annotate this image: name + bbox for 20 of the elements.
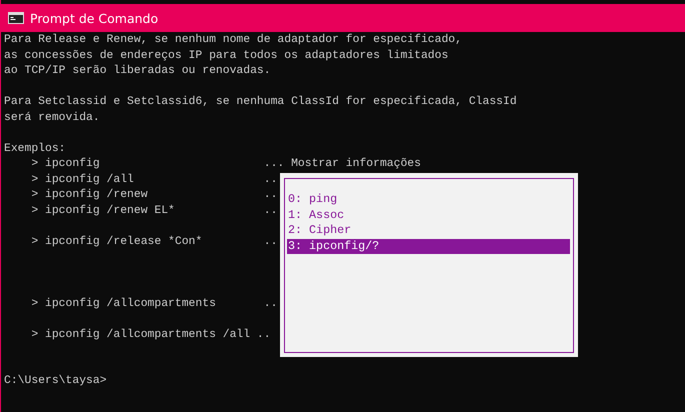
console-line: > ipconfig /allcompartments /all .. — [30, 328, 271, 342]
console-line: ao TCP/IP serão liberadas ou renovadas. — [4, 64, 271, 79]
window-title: Prompt de Comando — [30, 10, 158, 26]
console-line: C:\Users\taysa> — [4, 374, 107, 389]
console-line: > ipconfig /renew .. — [30, 188, 278, 203]
console-line: Para Setclassid e Setclassid6, se nenhuma ClassId for especificada, ClassId — [4, 95, 517, 110]
console-line: as concessões de endereços IP para todos os adaptadores limitados — [4, 48, 448, 64]
history-item[interactable]: 2: Cipher — [287, 223, 570, 238]
console-line: > ipconfig /allcompartments .. — [30, 296, 278, 312]
console-line: > ipconfig /release *Con* .. — [30, 234, 278, 250]
console-line: Exemplos: — [4, 142, 66, 156]
console-line: > ipconfig /renew EL* .. — [30, 204, 278, 218]
console-line: > ipconfig ... Mostrar informações — [30, 157, 421, 172]
history-item[interactable]: 1: Assoc — [287, 208, 570, 223]
console-line: Para Release e Renew, se nenhum nome de adaptador for especificado, — [4, 33, 462, 48]
console-line: > ipconfig /all .. — [30, 172, 278, 188]
history-item[interactable]: 0: ping — [287, 192, 570, 208]
history-item[interactable]: 3: ipconfig/? — [287, 238, 570, 254]
console-icon — [8, 12, 24, 24]
console-line: será removida. — [4, 110, 100, 126]
